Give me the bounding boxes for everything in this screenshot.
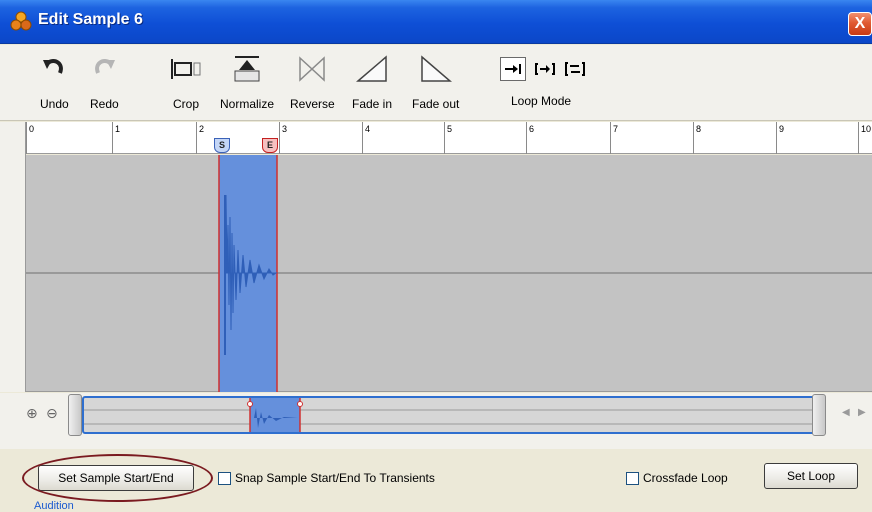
time-ruler: 0 1 2 3 4 5 6 7 8 9 10 S E [26, 122, 872, 154]
ruler-tick-label: 8 [696, 124, 702, 134]
highlight-annotation [22, 454, 213, 502]
ruler-tick: 5 [444, 122, 452, 154]
redo-button[interactable]: Redo [90, 51, 119, 111]
crossfade-loop-label: Crossfade Loop [643, 471, 728, 485]
crop-label: Crop [172, 97, 199, 111]
redo-label: Redo [90, 97, 119, 111]
fade-out-button[interactable]: Fade out [412, 51, 459, 111]
ruler-tick-label: 5 [447, 124, 453, 134]
overview-canvas [84, 398, 816, 432]
fade-in-button[interactable]: Fade in [352, 51, 392, 111]
overview-selection [250, 398, 300, 432]
arrow-to-bar-icon [505, 64, 521, 74]
ruler-tick: 4 [362, 122, 370, 154]
ruler-tick: 9 [776, 122, 784, 154]
left-gutter [0, 122, 26, 392]
ruler-tick: 1 [112, 122, 120, 154]
undo-button[interactable]: Undo [40, 51, 69, 111]
snap-transients-checkbox[interactable]: Snap Sample Start/End To Transients [218, 471, 435, 485]
redo-icon [95, 59, 116, 74]
close-button[interactable]: X [848, 12, 872, 36]
title-bar: Edit Sample 6 X [0, 0, 872, 44]
ruler-tick-label: 1 [115, 124, 121, 134]
ruler-tick: 10 [858, 122, 871, 154]
ruler-tick-label: 6 [529, 124, 535, 134]
window-title: Edit Sample 6 [38, 11, 143, 28]
zoom-out-icon[interactable]: ⊖ [46, 405, 58, 422]
ruler-tick-label: 9 [779, 124, 785, 134]
set-loop-button[interactable]: Set Loop [764, 463, 858, 489]
normalize-button[interactable]: Normalize [220, 51, 274, 111]
undo-label: Undo [40, 97, 69, 111]
fade-out-icon [420, 55, 452, 82]
overview-right-handle[interactable] [812, 394, 826, 436]
ruler-tick-label: 2 [199, 124, 205, 134]
reverse-label: Reverse [290, 97, 335, 111]
loop-mode-label: Loop Mode [511, 94, 572, 108]
waveform-view[interactable] [26, 155, 872, 392]
sample-start-marker[interactable]: S [214, 138, 230, 153]
crop-button[interactable]: Crop [170, 51, 202, 111]
overview-track[interactable] [82, 396, 818, 434]
bracket-pingpong-icon [565, 62, 585, 76]
normalize-icon [234, 56, 260, 82]
ruler-tick-label: 3 [282, 124, 288, 134]
zoom-in-icon[interactable]: ⊕ [26, 405, 38, 422]
ruler-tick: 6 [526, 122, 534, 154]
overview-bar: ⊕ ⊖ ◀ ▶ [0, 393, 872, 449]
toolbar: Undo Redo Crop Normalize Reverse Fade in… [0, 45, 872, 121]
fade-out-label: Fade out [412, 97, 460, 111]
reverse-icon [299, 56, 326, 82]
ruler-tick-label: 10 [861, 124, 872, 134]
ruler-tick: 7 [610, 122, 618, 154]
overview-left-handle[interactable] [68, 394, 82, 436]
ruler-tick: 2 [196, 122, 204, 154]
checkbox-box[interactable] [626, 471, 639, 485]
ruler-tick-label: 7 [613, 124, 619, 134]
fade-in-icon [356, 55, 387, 82]
sample-end-marker[interactable]: E [262, 138, 278, 153]
app-logo-icon [10, 11, 32, 31]
ruler-tick-label: 0 [29, 124, 35, 134]
reverse-button[interactable]: Reverse [290, 51, 335, 111]
bracket-loop-icon [535, 63, 555, 75]
ruler-tick-label: 4 [365, 124, 371, 134]
loop-mode-loop-button[interactable] [532, 57, 558, 81]
undo-icon [43, 59, 64, 74]
ruler-tick: 0 [26, 122, 34, 154]
snap-transients-label: Snap Sample Start/End To Transients [235, 471, 435, 485]
scroll-left-icon[interactable]: ◀ [842, 407, 850, 418]
ruler-tick: 3 [279, 122, 287, 154]
loop-mode-pingpong-button[interactable] [562, 57, 588, 81]
crop-icon [171, 59, 201, 79]
ruler-tick: 8 [693, 122, 701, 154]
normalize-label: Normalize [220, 97, 275, 111]
fade-in-label: Fade in [352, 97, 393, 111]
audition-label[interactable]: Audition [34, 500, 74, 512]
scroll-right-icon[interactable]: ▶ [858, 407, 866, 418]
waveform-canvas [26, 155, 872, 392]
checkbox-box[interactable] [218, 471, 231, 485]
loop-mode-forward-button[interactable] [500, 57, 526, 81]
crossfade-loop-checkbox[interactable]: Crossfade Loop [626, 471, 728, 485]
